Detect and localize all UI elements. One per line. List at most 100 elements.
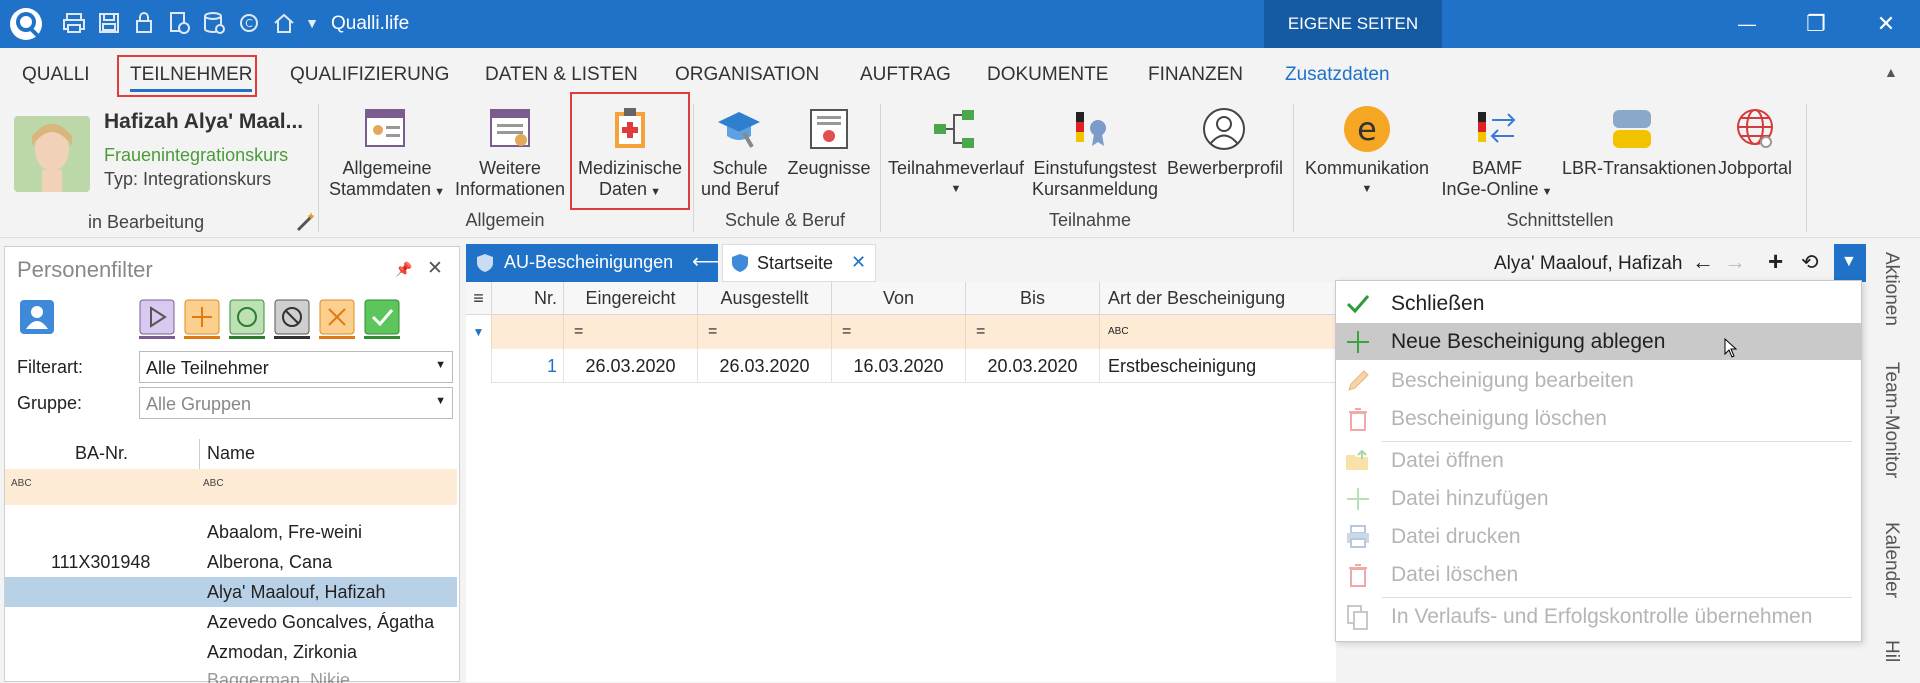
list-item[interactable]: Azmodan, Zirkonia bbox=[5, 637, 457, 667]
lock-icon[interactable] bbox=[132, 11, 156, 35]
filter-circle-icon[interactable] bbox=[229, 299, 265, 339]
menu-qualifizierung[interactable]: QUALIFIZIERUNG bbox=[290, 64, 449, 86]
filter-cancel-icon[interactable] bbox=[319, 299, 355, 339]
minimize-button[interactable]: — bbox=[1727, 8, 1767, 40]
nav-back-icon[interactable]: ← bbox=[1692, 249, 1714, 275]
pin-icon[interactable]: 📌 bbox=[395, 261, 412, 278]
column-header-eingereicht[interactable]: Eingereicht bbox=[564, 282, 698, 315]
refresh-icon[interactable]: C bbox=[237, 11, 261, 35]
filter-check-icon[interactable] bbox=[364, 299, 400, 339]
eigene-seiten-button[interactable]: EIGENE SEITEN bbox=[1264, 0, 1442, 48]
filter-plus-icon[interactable] bbox=[184, 299, 220, 339]
menu-daten-listen[interactable]: DATEN & LISTEN bbox=[485, 64, 638, 86]
tab-au-bescheinigungen[interactable]: AU-Bescheinigungen ⟵ bbox=[466, 244, 721, 282]
filter-funnel-icon[interactable]: ▼ bbox=[466, 315, 492, 349]
schule-und-beruf-button[interactable]: Schule und Beruf bbox=[698, 158, 782, 200]
medizinische-daten-button[interactable]: Medizinische Daten ▼ bbox=[572, 158, 688, 203]
table-cell-ausgestellt[interactable]: 26.03.2020 bbox=[698, 349, 832, 383]
ribbon: Hafizah Alya' Maal... Frauenintegrations… bbox=[0, 92, 1920, 238]
menu-teilnehmer[interactable]: TEILNEHMER bbox=[130, 64, 253, 92]
document-settings-icon[interactable] bbox=[167, 11, 191, 35]
menu-item-neue-bescheinigung[interactable]: Neue Bescheinigung ablegen bbox=[1336, 323, 1861, 360]
database-icon[interactable] bbox=[202, 11, 226, 35]
magic-wand-icon[interactable] bbox=[294, 210, 318, 234]
side-tab-team-monitor[interactable]: Team-Monitor bbox=[1880, 362, 1902, 478]
quick-access-dropdown-icon[interactable]: ▼ bbox=[300, 11, 324, 35]
actions-dropdown-button[interactable]: ▼ bbox=[1834, 244, 1866, 282]
svg-text:C: C bbox=[245, 17, 253, 30]
gruppe-select[interactable]: Alle Gruppen ▼ bbox=[139, 387, 453, 419]
stammdaten-label: Stammdaten ▼ bbox=[326, 179, 448, 203]
tab-arrow-left-icon[interactable]: ⟵ bbox=[692, 249, 721, 274]
profile-course[interactable]: Frauenintegrationskurs bbox=[104, 145, 288, 166]
menu-zusatzdaten[interactable]: Zusatzdaten bbox=[1285, 64, 1390, 86]
home-icon[interactable] bbox=[272, 11, 296, 35]
menu-item-label: Datei öffnen bbox=[1391, 449, 1504, 472]
table-cell-art[interactable]: Erstbescheinigung bbox=[1100, 349, 1336, 383]
schule-label: Schule bbox=[712, 158, 768, 178]
bamf-inge-online-button[interactable]: BAMF InGe-Online ▼ bbox=[1432, 158, 1562, 203]
zeugnisse-button[interactable]: Zeugnisse bbox=[786, 158, 872, 179]
menu-item-schliessen[interactable]: Schließen bbox=[1336, 285, 1861, 322]
plus-icon bbox=[1344, 328, 1372, 356]
side-tab-kalender[interactable]: Kalender bbox=[1880, 522, 1902, 598]
filter-cell-eingereicht[interactable]: = bbox=[564, 315, 698, 349]
column-header-bis[interactable]: Bis bbox=[966, 282, 1100, 315]
current-person-label: Alya' Maalouf, Hafizah bbox=[1494, 253, 1683, 274]
close-button[interactable]: ✕ bbox=[1866, 8, 1906, 40]
list-item[interactable]: Abaalom, Fre-weini bbox=[5, 517, 457, 547]
column-header-art[interactable]: Art der Bescheinigung bbox=[1100, 282, 1336, 315]
reset-icon[interactable]: ⟲ bbox=[1801, 250, 1819, 275]
kommunikation-button[interactable]: Kommunikation ▼ bbox=[1302, 158, 1432, 200]
filter-play-icon[interactable] bbox=[139, 299, 175, 339]
filter-cell-von[interactable]: = bbox=[832, 315, 966, 349]
filter-blocked-icon[interactable] bbox=[274, 299, 310, 339]
list-item[interactable]: 111X301948 Alberona, Cana bbox=[5, 547, 457, 577]
bewerberprofil-button[interactable]: Bewerberprofil bbox=[1164, 158, 1286, 179]
filter-row[interactable]: ABC ABC bbox=[5, 469, 457, 505]
close-panel-icon[interactable]: ✕ bbox=[427, 257, 443, 280]
menu-auftrag[interactable]: AUFTRAG bbox=[860, 64, 951, 86]
list-item[interactable]: Azevedo Goncalves, Ágatha bbox=[5, 607, 457, 637]
table-cell-nr[interactable]: 1 bbox=[492, 349, 564, 383]
filter-cell-nr[interactable] bbox=[492, 315, 564, 349]
einstufungstest-button[interactable]: Einstufungstest Kursanmeldung bbox=[1030, 158, 1160, 200]
menu-finanzen[interactable]: FINANZEN bbox=[1148, 64, 1243, 86]
list-item-selected[interactable]: Alya' Maalouf, Hafizah bbox=[5, 577, 457, 607]
dropdown-arrow-icon: ▼ bbox=[1361, 183, 1373, 195]
add-icon[interactable]: + bbox=[1768, 246, 1783, 277]
teilnahmeverlauf-button[interactable]: Teilnahmeverlauf ▼ bbox=[886, 158, 1026, 200]
kursanmeldung-label: Kursanmeldung bbox=[1031, 179, 1159, 199]
filter-cell-ausgestellt[interactable]: = bbox=[698, 315, 832, 349]
table-cell-von[interactable]: 16.03.2020 bbox=[832, 349, 966, 383]
filter-cell-bis[interactable]: = bbox=[966, 315, 1100, 349]
plus-icon bbox=[1344, 485, 1372, 513]
tab-close-icon[interactable]: ✕ bbox=[851, 252, 866, 273]
allgemeine-stammdaten-button[interactable]: Allgemeine Stammdaten ▼ bbox=[326, 158, 448, 203]
collapse-ribbon-icon[interactable]: ▲ bbox=[1884, 64, 1898, 80]
side-tab-aktionen[interactable]: Aktionen bbox=[1880, 252, 1902, 326]
list-item[interactable]: Baggerman, Nikie bbox=[5, 665, 457, 683]
table-cell-eingereicht[interactable]: 26.03.2020 bbox=[564, 349, 698, 383]
side-tab-hilfe[interactable]: Hil bbox=[1880, 640, 1902, 662]
column-header-ausgestellt[interactable]: Ausgestellt bbox=[698, 282, 832, 315]
weitere-informationen-button[interactable]: Weitere Informationen bbox=[451, 158, 569, 200]
menu-qualli[interactable]: QUALLI bbox=[22, 64, 90, 86]
column-header-nr[interactable]: Nr. bbox=[492, 282, 564, 315]
grid-row-selector[interactable] bbox=[466, 349, 492, 383]
column-header-ba-nr[interactable]: BA-Nr. bbox=[75, 443, 128, 464]
person-filter-icon[interactable] bbox=[19, 299, 55, 335]
tab-startseite[interactable]: Startseite ✕ bbox=[722, 244, 876, 282]
save-icon[interactable] bbox=[97, 11, 121, 35]
print-icon[interactable] bbox=[62, 11, 86, 35]
jobportal-button[interactable]: Jobportal bbox=[1712, 158, 1798, 179]
table-cell-bis[interactable]: 20.03.2020 bbox=[966, 349, 1100, 383]
filter-cell-art[interactable]: ABC bbox=[1100, 315, 1336, 349]
column-header-von[interactable]: Von bbox=[832, 282, 966, 315]
column-header-name[interactable]: Name bbox=[207, 443, 255, 464]
menu-dokumente[interactable]: DOKUMENTE bbox=[987, 64, 1108, 86]
lbr-transaktionen-button[interactable]: LBR-Transaktionen bbox=[1562, 158, 1716, 179]
menu-organisation[interactable]: ORGANISATION bbox=[675, 64, 819, 86]
filterart-select[interactable]: Alle Teilnehmer ▼ bbox=[139, 351, 453, 383]
restore-button[interactable]: ❐ bbox=[1796, 8, 1836, 40]
